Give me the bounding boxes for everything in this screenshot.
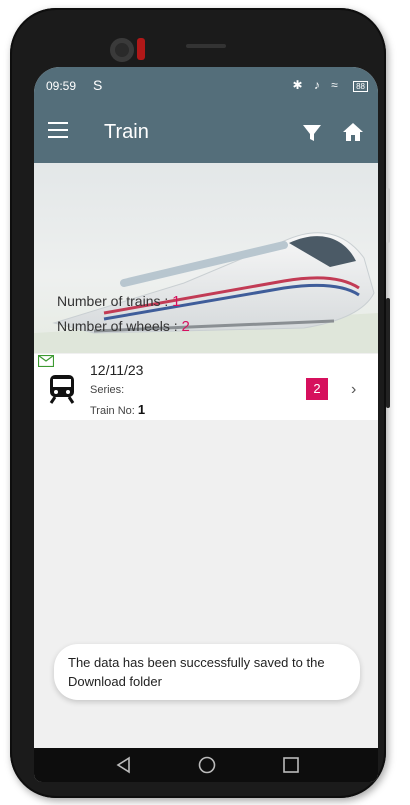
train-list-item[interactable]: 12/11/23 Series: Train No: 1 2 ›: [34, 354, 378, 420]
train-icon: [49, 375, 75, 404]
sim-icon: S: [93, 77, 103, 93]
back-icon[interactable]: [114, 755, 134, 775]
wheels-count-label: Number of wheels: [57, 318, 170, 334]
count-badge: 2: [306, 378, 328, 400]
status-bar: 09:59 S ✱ ♪ ≈ 88: [34, 67, 378, 105]
system-nav-bar: [34, 748, 378, 782]
item-train-no: Train No: 1: [90, 402, 145, 417]
app-bar: Train: [34, 105, 378, 163]
wheels-count-separator: :: [173, 318, 178, 334]
home-icon[interactable]: [342, 121, 364, 143]
recents-icon[interactable]: [281, 755, 301, 775]
trains-count-separator: :: [164, 293, 169, 309]
trains-count-value: 1: [172, 293, 181, 310]
status-glyphs: ✱ ♪ ≈: [292, 78, 342, 92]
item-series-label: Series:: [90, 384, 125, 396]
status-time: 09:59: [46, 79, 77, 93]
volume-button: [386, 188, 390, 243]
battery-icon: 88: [353, 81, 368, 92]
item-train-no-value: 1: [137, 402, 146, 417]
chevron-right-icon[interactable]: ›: [351, 381, 356, 399]
page-title: Train: [104, 121, 149, 143]
earpiece-speaker: [186, 44, 226, 48]
train-stats: Number of trains : 1 Number of wheels : …: [57, 293, 190, 343]
trains-count-row: Number of trains : 1: [57, 293, 190, 310]
screen: 09:59 S ✱ ♪ ≈ 88 Train Number of trains …: [34, 67, 378, 782]
train-banner: Number of trains : 1 Number of wheels : …: [34, 163, 378, 353]
phone-frame: 09:59 S ✱ ♪ ≈ 88 Train Number of trains …: [10, 8, 390, 798]
menu-icon[interactable]: [48, 122, 70, 138]
wheels-count-row: Number of wheels : 2: [57, 318, 190, 335]
wheels-count-value: 2: [181, 318, 190, 335]
home-nav-icon[interactable]: [197, 755, 217, 775]
camera-icon: [110, 38, 134, 62]
status-icons: ✱ ♪ ≈ 88: [292, 78, 368, 92]
item-train-no-label: Train No:: [90, 405, 135, 417]
item-date: 12/11/23: [90, 362, 144, 378]
mail-sent-icon: [38, 355, 54, 367]
filter-icon[interactable]: [302, 123, 322, 143]
trains-count-label: Number of trains: [57, 293, 161, 309]
camera-accent: [137, 38, 145, 60]
power-button: [386, 298, 390, 408]
toast-message: The data has been successfully saved to …: [54, 644, 360, 700]
